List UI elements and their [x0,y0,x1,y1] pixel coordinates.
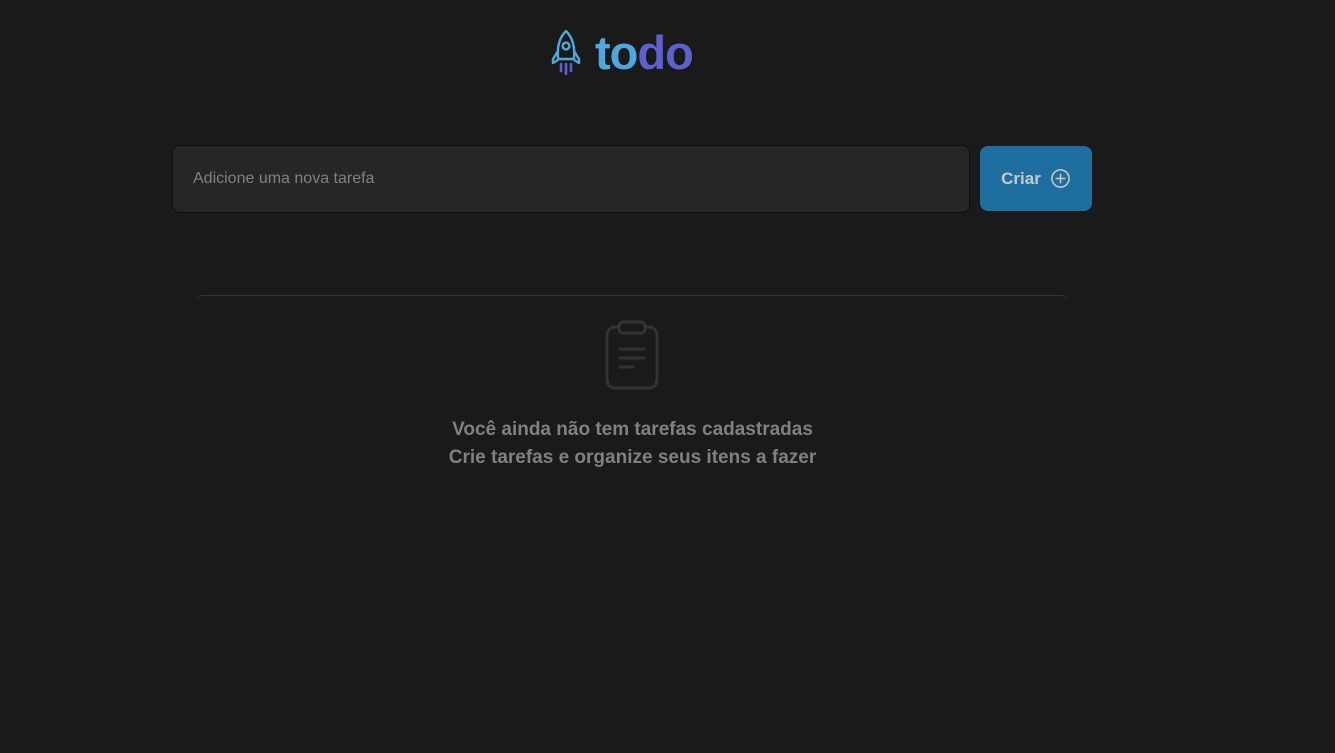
app-header: todo [551,25,694,79]
logo-part-do: do [637,25,693,79]
logo-part-to: to [595,25,638,79]
plus-circle-icon [1050,169,1070,188]
empty-state-title: Você ainda não tem tarefas cadastradas [452,419,813,440]
rocket-icon [551,29,581,75]
clipboard-icon [605,320,659,390]
new-task-input[interactable] [172,145,970,213]
create-button-label: Criar [1001,168,1041,188]
create-task-button[interactable]: Criar [980,146,1092,211]
logo-wordmark: todo [595,25,694,79]
empty-state-subtitle: Crie tarefas e organize seus itens a faz… [448,447,817,468]
